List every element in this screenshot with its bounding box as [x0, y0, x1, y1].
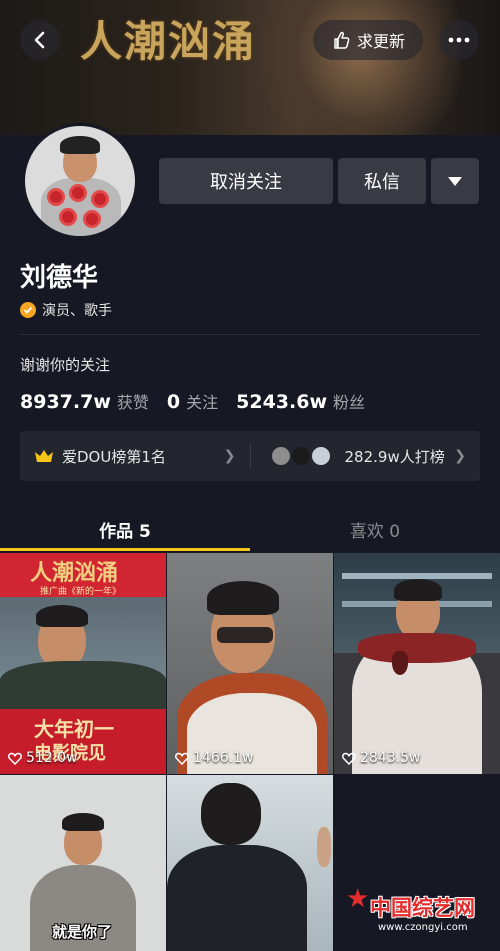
supporter-avatar	[270, 446, 291, 466]
message-button[interactable]: 私信	[338, 158, 426, 204]
avatar-hair	[60, 136, 100, 154]
video-likes-count: 1466.1w	[193, 750, 254, 766]
back-arrow-icon	[34, 31, 45, 49]
avatar-flower	[47, 188, 65, 206]
more-dots-icon	[448, 37, 470, 43]
avatar-flower	[83, 210, 101, 228]
video-person-hair	[394, 579, 442, 601]
stat-likes[interactable]: 8937.7w 获赞	[20, 389, 149, 413]
red-scarf	[358, 633, 476, 663]
site-watermark: ★ 中国综艺网 www.czongyi.com	[346, 884, 496, 944]
poster-title: 人潮汹涌	[30, 560, 119, 586]
chevron-right-icon: ❯	[454, 448, 467, 464]
request-update-label: 求更新	[356, 32, 405, 51]
video-person-hair	[62, 813, 104, 831]
more-options-button[interactable]	[439, 20, 479, 60]
avatar[interactable]	[22, 123, 138, 239]
stat-likes-label: 获赞	[116, 393, 149, 412]
poster-jacket	[0, 661, 166, 709]
stats-row: 8937.7w 获赞 0 关注 5243.6w 粉丝	[20, 389, 365, 413]
video-likes: 1466.1w	[175, 750, 253, 766]
supporter-avatar	[310, 446, 331, 466]
video-person-hair	[207, 581, 279, 615]
active-tab-indicator	[0, 548, 250, 551]
stat-likes-number: 8937.7w	[20, 391, 111, 413]
crown-icon	[35, 450, 53, 462]
more-actions-dropdown-button[interactable]	[431, 158, 479, 204]
video-tile[interactable]: 1466.1w	[167, 553, 333, 774]
video-likes: 512.0w	[8, 750, 78, 766]
header-banner: 人潮汹涌	[0, 0, 500, 135]
unfollow-button[interactable]: 取消关注	[159, 158, 333, 204]
verification-text: 演员、歌手	[42, 303, 112, 319]
stat-followers[interactable]: 5243.6w 粉丝	[236, 389, 365, 413]
raised-hand	[317, 827, 331, 867]
heart-outline-icon	[175, 752, 189, 765]
stat-following-number: 0	[166, 391, 181, 413]
video-tile[interactable]: 就是你了	[0, 775, 166, 951]
verified-check-icon	[20, 302, 36, 318]
watermark-url: www.czongyi.com	[378, 922, 468, 933]
poster-person-hair	[36, 605, 88, 627]
supporter-avatar	[290, 446, 311, 466]
avatar-flower	[69, 184, 87, 202]
video-likes-count: 2843.5w	[360, 750, 421, 766]
heart-outline-icon	[8, 752, 22, 765]
sunglasses	[217, 627, 273, 643]
avatar-flower	[91, 190, 109, 208]
verification-row: 演员、歌手	[20, 300, 112, 320]
black-suit	[167, 845, 307, 951]
stat-followers-number: 5243.6w	[236, 391, 328, 413]
hand-point-icon	[334, 31, 350, 49]
request-update-button[interactable]: 求更新	[313, 20, 423, 60]
stat-following-label: 关注	[186, 393, 219, 412]
back-button[interactable]	[20, 20, 60, 60]
video-caption: 就是你了	[52, 923, 113, 941]
content-tabs: 作品 5 喜欢 0	[0, 505, 500, 553]
poster-tagline-1: 大年初一	[34, 717, 114, 741]
supporters-link[interactable]: 282.9w人打榜 ❯	[251, 431, 481, 481]
wine-glass	[392, 651, 408, 675]
dou-rank-label: 爱DOU榜第1名	[62, 447, 166, 466]
poster-subtitle: 推广曲《新的一年》	[40, 587, 122, 597]
rank-card: 爱DOU榜第1名 ❯ 282.9w人打榜 ❯	[20, 431, 480, 481]
profile-bio: 谢谢你的关注	[20, 356, 111, 374]
video-tile[interactable]: 2843.5w	[334, 553, 500, 774]
supporters-label: 282.9w人打榜	[344, 447, 445, 466]
chevron-right-icon: ❯	[223, 448, 236, 464]
video-likes: 2843.5w	[342, 750, 420, 766]
tab-likes[interactable]: 喜欢 0	[250, 505, 500, 553]
stat-followers-label: 粉丝	[333, 393, 366, 412]
video-likes-count: 512.0w	[26, 750, 78, 766]
video-person-back	[201, 783, 261, 845]
heart-outline-icon	[342, 752, 356, 765]
avatar-flower	[59, 208, 77, 226]
video-tile[interactable]	[167, 775, 333, 951]
profile-name: 刘德华	[20, 263, 99, 293]
stat-following[interactable]: 0 关注	[167, 389, 218, 413]
star-icon: ★	[346, 884, 370, 914]
tab-works[interactable]: 作品 5	[0, 505, 250, 553]
watermark-text: 中国综艺网	[370, 896, 475, 920]
triangle-down-icon	[448, 176, 462, 186]
dou-rank-link[interactable]: 爱DOU榜第1名 ❯	[20, 431, 250, 481]
divider	[20, 334, 480, 335]
banner-title-art: 人潮汹涌	[80, 17, 257, 66]
video-tile[interactable]: 人潮汹涌 推广曲《新的一年》 大年初一 电影院见 512.0w	[0, 553, 166, 774]
